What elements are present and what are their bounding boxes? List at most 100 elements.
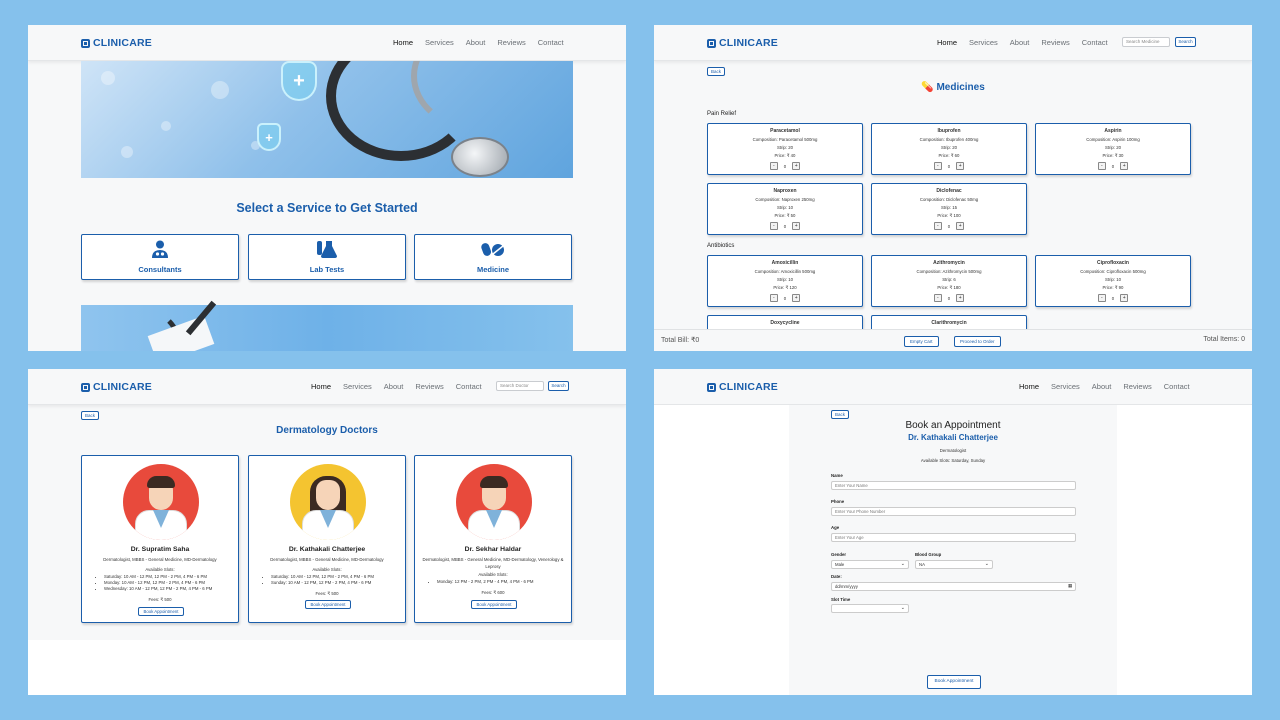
- decrement-button[interactable]: -: [933, 222, 942, 230]
- brand-logo[interactable]: CLINICARE: [707, 37, 778, 49]
- decrement-button[interactable]: -: [933, 294, 942, 302]
- slot-time-select[interactable]: ⌄: [831, 604, 909, 613]
- increment-button[interactable]: +: [792, 294, 801, 302]
- nav-about[interactable]: About: [384, 382, 404, 391]
- blood-group-value: NA: [919, 562, 925, 567]
- doctor-name: Dr. Kathakali Chatterjee: [288, 546, 366, 553]
- age-input[interactable]: Enter Your Age: [831, 533, 1076, 542]
- book-appointment-button[interactable]: Book Appointment: [138, 607, 184, 616]
- medicines-panel: CLINICARE Home Services About Reviews Co…: [654, 25, 1252, 351]
- search-button[interactable]: Search: [548, 381, 569, 391]
- medicine-price: Price: ₹ 100: [937, 213, 961, 218]
- book-appointment-button[interactable]: Book Appointment: [471, 600, 517, 609]
- back-button[interactable]: Back: [81, 411, 100, 420]
- name-input[interactable]: Enter Your Name: [831, 481, 1076, 490]
- slot-list: Saturday: 10 AM - 12 PM, 12 PM - 2 PM, 4…: [104, 574, 232, 592]
- service-label: Consultants: [138, 265, 182, 274]
- nav-reviews[interactable]: Reviews: [1123, 382, 1151, 391]
- slot-list: Monday: 12 PM - 2 PM, 2 PM - 4 PM, 4 PM …: [437, 579, 565, 585]
- logo-icon: [81, 382, 90, 392]
- search-button[interactable]: Search: [1175, 37, 1196, 47]
- date-label: Date:: [831, 574, 842, 579]
- total-items: Total Items: 0: [1203, 336, 1245, 343]
- proceed-to-order-button[interactable]: Proceed to Order: [954, 336, 1001, 347]
- empty-cart-button[interactable]: Empty Cart: [904, 336, 939, 347]
- brand-logo[interactable]: CLINICARE: [707, 381, 778, 393]
- nav-services[interactable]: Services: [425, 38, 454, 47]
- medicine-price: Price: ₹ 60: [938, 153, 960, 158]
- decrement-button[interactable]: -: [769, 294, 778, 302]
- decrement-button[interactable]: -: [1097, 294, 1106, 302]
- date-input[interactable]: dd/mm/yyyy ▦: [831, 582, 1076, 591]
- medicine-composition: Composition: Ibuprofen 400mg: [919, 137, 979, 142]
- nav-contact[interactable]: Contact: [1082, 38, 1108, 47]
- age-label: Age: [831, 525, 840, 530]
- nav-home[interactable]: Home: [393, 38, 413, 47]
- increment-button[interactable]: +: [1120, 294, 1129, 302]
- decrement-button[interactable]: -: [769, 222, 778, 230]
- nav-about[interactable]: About: [466, 38, 486, 47]
- medicine-card: Azithromycin Composition: Azithromycin 5…: [871, 255, 1027, 307]
- nav-menu: Home Services About Reviews Contact: [1019, 382, 1190, 391]
- chevron-down-icon: ⌄: [984, 561, 989, 567]
- brand-logo[interactable]: CLINICARE: [81, 381, 152, 393]
- book-appointment-button[interactable]: Book Appointment: [305, 600, 351, 609]
- pills-icon: 💊: [921, 82, 934, 93]
- search-input[interactable]: Search Doctor: [496, 381, 544, 391]
- gender-select[interactable]: Male ⌄: [831, 560, 909, 569]
- doctor-card: Dr. Sekhar Haldar Dermatologist, MBBS - …: [414, 455, 572, 623]
- nav-reviews[interactable]: Reviews: [497, 38, 525, 47]
- blood-group-select[interactable]: NA ⌄: [915, 560, 993, 569]
- brand-logo[interactable]: CLINICARE: [81, 37, 152, 49]
- nav-menu: Home Services About Reviews Contact: [311, 382, 482, 391]
- nav-about[interactable]: About: [1092, 382, 1112, 391]
- increment-button[interactable]: +: [1120, 162, 1129, 170]
- nav-reviews[interactable]: Reviews: [1041, 38, 1069, 47]
- nav-home[interactable]: Home: [937, 38, 957, 47]
- increment-button[interactable]: +: [956, 294, 965, 302]
- medicine-composition: Composition: Paracetamol 500mg: [752, 137, 818, 142]
- phone-input[interactable]: Enter Your Phone Number: [831, 507, 1076, 516]
- doctor-name: Dr. Sekhar Haldar: [464, 546, 522, 553]
- nav-reviews[interactable]: Reviews: [415, 382, 443, 391]
- doctor-name: Dr. Kathakali Chatterjee: [908, 433, 998, 442]
- book-appointment-button[interactable]: Book Appointment: [927, 675, 981, 689]
- service-card-medicine[interactable]: Medicine: [414, 234, 572, 280]
- nav-contact[interactable]: Contact: [456, 382, 482, 391]
- service-card-consultants[interactable]: Consultants: [81, 234, 239, 280]
- slots-title: Available Slots:: [312, 567, 342, 572]
- back-button[interactable]: Back: [831, 410, 850, 419]
- back-button[interactable]: Back: [707, 67, 726, 76]
- doctor-fees: Fees: ₹ 500: [315, 591, 339, 596]
- increment-button[interactable]: +: [792, 222, 801, 230]
- pills-icon: [415, 240, 571, 263]
- nav-services[interactable]: Services: [969, 38, 998, 47]
- doctor-card: Dr. Supratim Saha Dermatologist, MBBS - …: [81, 455, 239, 623]
- medicine-composition: Composition: Ciprofloxacin 500mg: [1080, 269, 1146, 274]
- increment-button[interactable]: +: [956, 222, 965, 230]
- right-margin: [1117, 405, 1252, 695]
- service-card-lab-tests[interactable]: Lab Tests: [248, 234, 406, 280]
- increment-button[interactable]: +: [956, 162, 965, 170]
- increment-button[interactable]: +: [792, 162, 801, 170]
- search-input[interactable]: Search Medicine: [1122, 37, 1170, 47]
- slot-item: Monday: 12 PM - 2 PM, 2 PM - 4 PM, 4 PM …: [437, 579, 565, 585]
- nav-home[interactable]: Home: [1019, 382, 1039, 391]
- nav-contact[interactable]: Contact: [1164, 382, 1190, 391]
- doctor-avatar: [453, 462, 535, 542]
- quantity-value: 0: [783, 223, 787, 229]
- medicine-strip: Strip: 10: [776, 277, 793, 282]
- nav-services[interactable]: Services: [343, 382, 372, 391]
- nav-home[interactable]: Home: [311, 382, 331, 391]
- category-heading: Pain Relief: [707, 111, 737, 117]
- decrement-button[interactable]: -: [1097, 162, 1106, 170]
- decrement-button[interactable]: -: [933, 162, 942, 170]
- quantity-value: 0: [947, 163, 951, 169]
- nav-about[interactable]: About: [1010, 38, 1030, 47]
- navbar: CLINICARE Home Services About Reviews Co…: [28, 369, 626, 405]
- nav-contact[interactable]: Contact: [538, 38, 564, 47]
- decrement-button[interactable]: -: [769, 162, 778, 170]
- doctor-specialty: Dermatologist, MBBS - General Medicine, …: [270, 557, 384, 562]
- nav-services[interactable]: Services: [1051, 382, 1080, 391]
- calendar-icon[interactable]: ▦: [1068, 583, 1072, 589]
